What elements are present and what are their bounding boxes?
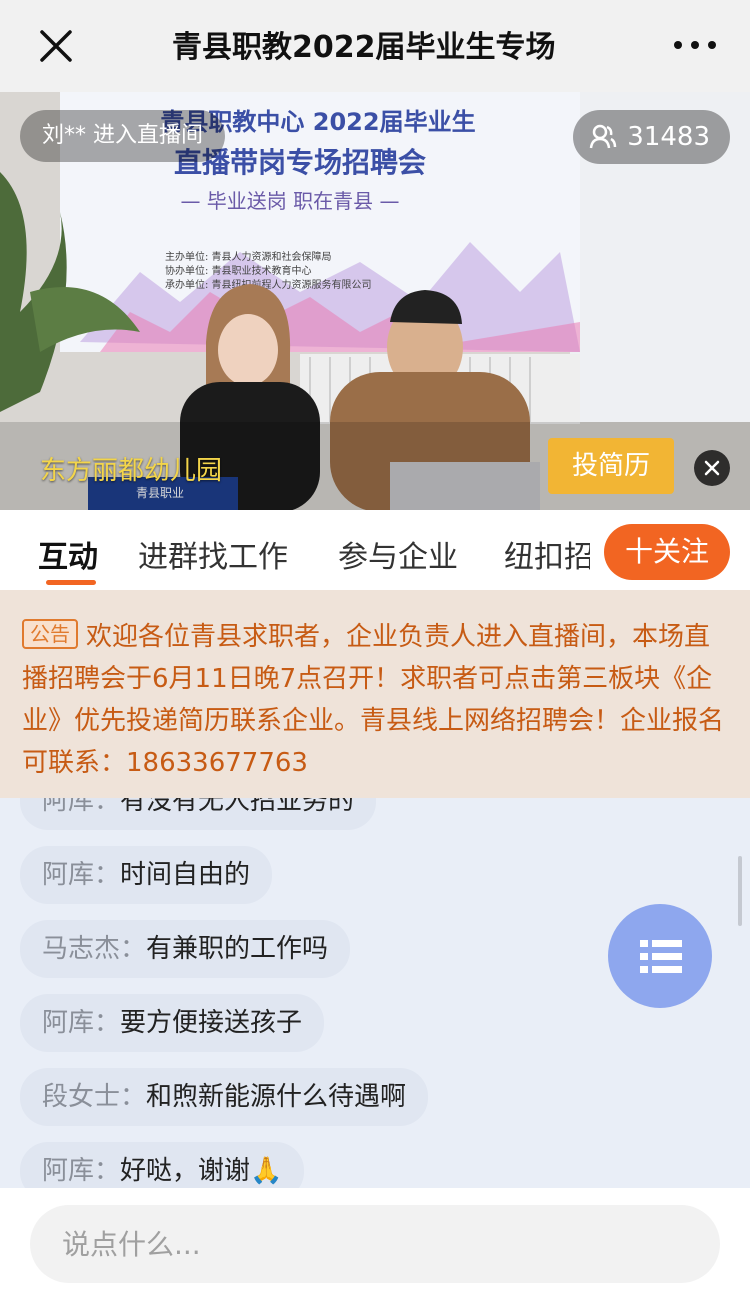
list-icon [640, 940, 682, 973]
top-bar: 青县职教2022届毕业生专场 [0, 0, 750, 92]
chat-user: 阿库： [42, 798, 121, 816]
page-title: 青县职教2022届毕业生专场 [172, 30, 556, 65]
banner-line3: — 毕业送岗 职在青县 — [180, 189, 399, 213]
viewer-count-badge: 31483 [573, 110, 730, 164]
comment-input[interactable] [30, 1205, 720, 1283]
video-close-icon[interactable] [694, 450, 730, 486]
chat-text: 有没有无人招业务的 [120, 798, 355, 816]
announcement: 公告 欢迎各位青县求职者，企业负责人进入直播间，本场直播招聘会于6月11日晚7点召… [0, 590, 750, 798]
tab-join-group[interactable]: 进群找工作 [138, 532, 288, 576]
banner-org2: 协办单位: 青县职业技术教育中心 [165, 264, 312, 277]
chat-message: 马志杰：有兼职的工作吗 [20, 920, 351, 978]
viewer-count: 31483 [627, 122, 710, 152]
announcement-text: 欢迎各位青县求职者，企业负责人进入直播间，本场直播招聘会于6月11日晚7点召开！… [22, 622, 725, 778]
close-icon[interactable] [36, 26, 76, 66]
chat-text: 要方便接送孩子 [120, 1008, 303, 1038]
chat-user: 段女士： [42, 1082, 147, 1112]
company-name[interactable]: 东方丽都幼儿园 [40, 450, 222, 487]
chat-user: 阿库： [42, 1156, 121, 1186]
banner-org1: 主办单位: 青县人力资源和社会保障局 [165, 250, 332, 263]
chat-message: 阿库：时间自由的 [20, 846, 273, 904]
chat-message: 阿库：好哒，谢谢🙏 [20, 1142, 305, 1188]
banner-org3: 承办单位: 青县纽扣前程人力资源服务有限公司 [165, 278, 372, 291]
announcement-tag: 公告 [22, 619, 78, 649]
follow-button[interactable]: 十关注 [604, 524, 730, 580]
chat-text: 有兼职的工作吗 [146, 934, 329, 964]
tab-niukou[interactable]: 纽扣招 [504, 532, 590, 576]
chat-message: 段女士：和煦新能源什么待遇啊 [20, 1068, 429, 1126]
bottom-bar [0, 1188, 750, 1298]
chat-message: 阿库：有没有无人招业务的 [20, 798, 377, 830]
chat-user: 阿库： [42, 1008, 121, 1038]
more-dots-icon[interactable] [670, 30, 720, 60]
join-notice: 刘** 进入直播间 [20, 110, 225, 162]
chat-user: 马志杰： [42, 934, 147, 964]
submit-resume-button[interactable]: 投简历 [548, 438, 674, 494]
chat-text: 好哒，谢谢🙏 [120, 1156, 283, 1186]
chat-text: 和煦新能源什么待遇啊 [146, 1082, 407, 1112]
chat-text: 时间自由的 [120, 860, 251, 890]
live-video[interactable]: 青县职教中心 2022届毕业生 直播带岗专场招聘会 — 毕业送岗 职在青县 — … [0, 92, 750, 510]
menu-list-button[interactable] [608, 904, 712, 1008]
active-tab-indicator [46, 580, 96, 585]
viewers-icon [590, 124, 617, 149]
chat-scrollbar[interactable] [738, 856, 742, 926]
chat-user: 阿库： [42, 860, 121, 890]
tab-companies[interactable]: 参与企业 [338, 532, 458, 576]
chat-message: 阿库：要方便接送孩子 [20, 994, 325, 1052]
tab-interaction[interactable]: 互动 [38, 532, 98, 576]
